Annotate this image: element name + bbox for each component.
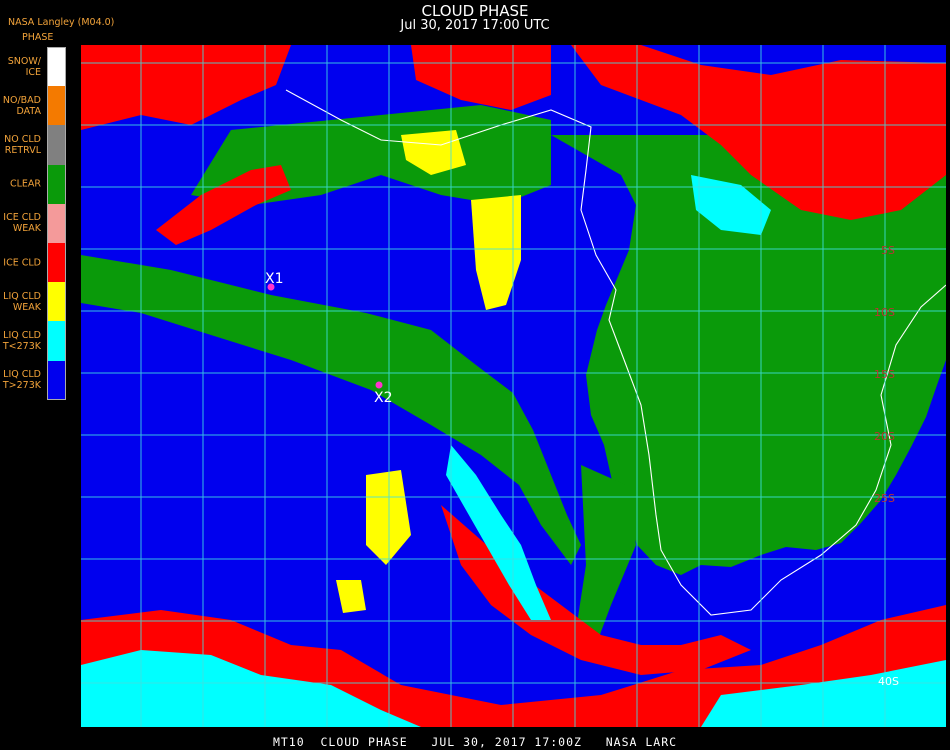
legend-swatch	[47, 125, 66, 165]
legend-label: ICE CLD	[3, 257, 41, 269]
marker-x2-label: X2	[374, 390, 393, 406]
legend-item-snow-ice: SNOW/ ICE	[0, 47, 66, 87]
phase-legend: SNOW/ ICE NO/BAD DATA NO CLD RETRVL CLEA…	[0, 47, 66, 400]
lat-label-25s: 25S	[874, 492, 895, 505]
legend-label: ICE CLD WEAK	[3, 212, 41, 235]
legend-item-ice-cld: ICE CLD	[0, 242, 66, 283]
legend-label: LIQ CLD WEAK	[3, 290, 41, 313]
legend-label: LIQ CLD T<273K	[2, 329, 41, 352]
source-label: NASA Langley (M04.0)	[8, 17, 115, 28]
legend-item-liq-cld-cold: LIQ CLD T<273K	[0, 321, 66, 361]
legend-label: NO CLD RETRVL	[4, 133, 41, 156]
image-timestamp: Jul 30, 2017 17:00 UTC	[400, 18, 550, 33]
legend-swatch	[47, 164, 66, 204]
legend-swatch	[47, 282, 66, 322]
lat-label-20s: 20S	[874, 430, 895, 443]
legend-item-liq-cld-warm: LIQ CLD T>273K	[0, 360, 66, 400]
legend-swatch	[47, 47, 66, 87]
legend-swatch	[47, 360, 66, 400]
lat-label-5s: 5S	[881, 244, 895, 257]
cloud-phase-map: 5S 10S 15S 20S 25S 40S X1 X2	[81, 45, 946, 727]
legend-item-ice-cld-weak: ICE CLD WEAK	[0, 203, 66, 243]
marker-x2-dot	[375, 381, 383, 389]
legend-swatch	[47, 203, 66, 243]
legend-item-liq-cld-weak: LIQ CLD WEAK	[0, 282, 66, 322]
legend-item-no-bad-data: NO/BAD DATA	[0, 86, 66, 126]
legend-label: CLEAR	[9, 178, 41, 190]
lat-label-10s: 10S	[874, 306, 895, 319]
legend-swatch	[47, 242, 66, 283]
legend-swatch	[47, 321, 66, 361]
lat-label-40s: 40S	[878, 675, 899, 688]
lat-label-15s: 15S	[874, 368, 895, 381]
legend-item-clear: CLEAR	[0, 164, 66, 204]
marker-x1-label: X1	[265, 271, 284, 287]
legend-label: LIQ CLD T>273K	[2, 369, 41, 392]
legend-label: NO/BAD DATA	[2, 94, 41, 117]
footer-caption: MT10 CLOUD PHASE JUL 30, 2017 17:00Z NAS…	[272, 735, 678, 749]
legend-label: SNOW/ ICE	[7, 55, 41, 78]
legend-item-no-cld-retrvl: NO CLD RETRVL	[0, 125, 66, 165]
legend-heading: PHASE	[22, 32, 54, 43]
legend-swatch	[47, 86, 66, 126]
